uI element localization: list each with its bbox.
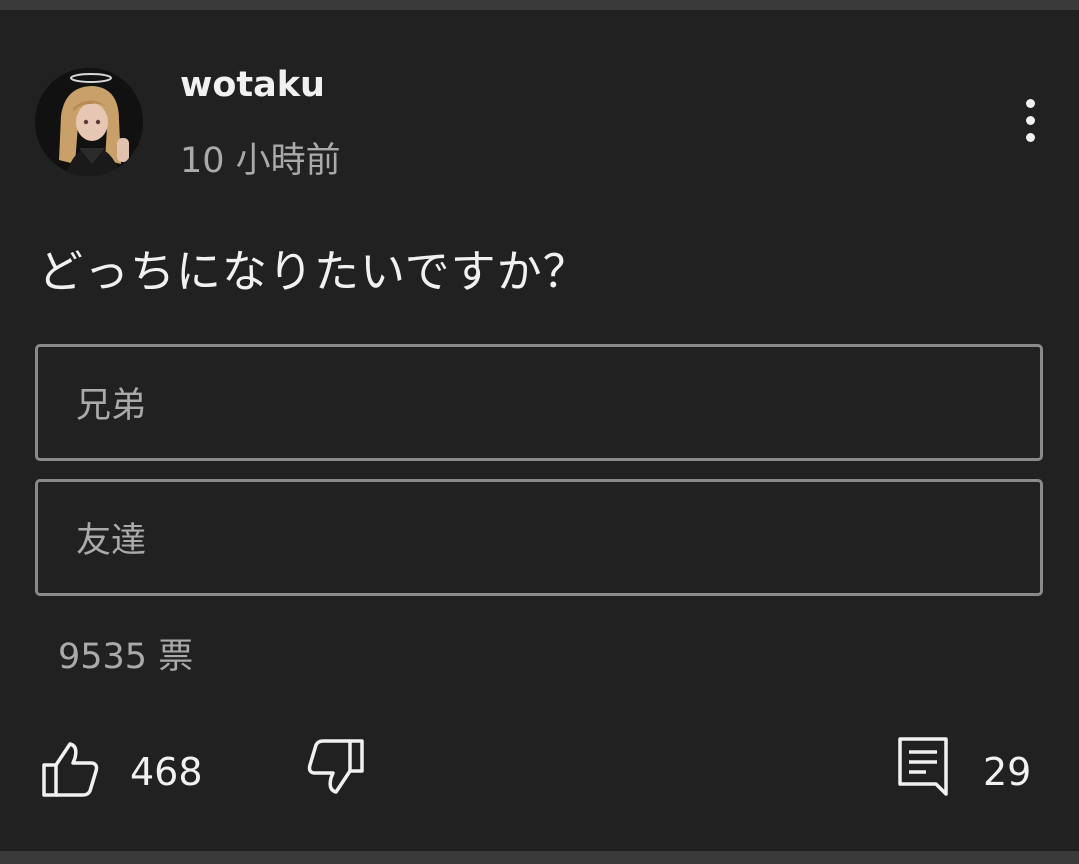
menu-dot [1025, 98, 1035, 108]
comment-button[interactable] [896, 736, 952, 800]
poll-option-label: 兄弟 [76, 386, 147, 426]
comment-count: 29 [983, 750, 1032, 794]
top-divider [0, 0, 1079, 10]
community-post: wotaku 10 小時前 どっちになりたいですか？ 兄弟 友達 9535 票 … [0, 10, 1079, 851]
menu-dot [1025, 132, 1035, 142]
thumbs-down-icon [307, 739, 364, 794]
comment-icon [898, 737, 948, 796]
poll-option-label: 友達 [76, 521, 147, 561]
like-count: 468 [130, 750, 203, 794]
vote-count: 9535 票 [58, 637, 194, 677]
poll-option-1[interactable]: 兄弟 [35, 344, 1043, 461]
poll-question: どっちになりたいですか？ [38, 245, 589, 298]
avatar-image [35, 68, 143, 176]
post-time: 10 小時前 [180, 141, 341, 181]
dislike-button[interactable] [304, 736, 366, 798]
more-vertical-icon[interactable] [1010, 90, 1050, 150]
menu-dot [1025, 115, 1035, 125]
author-name[interactable]: wotaku [180, 65, 325, 105]
poll-option-2[interactable]: 友達 [35, 479, 1043, 596]
thumbs-up-icon [42, 742, 99, 797]
like-button[interactable] [40, 738, 102, 800]
bottom-divider [0, 851, 1079, 864]
avatar[interactable] [35, 68, 143, 176]
